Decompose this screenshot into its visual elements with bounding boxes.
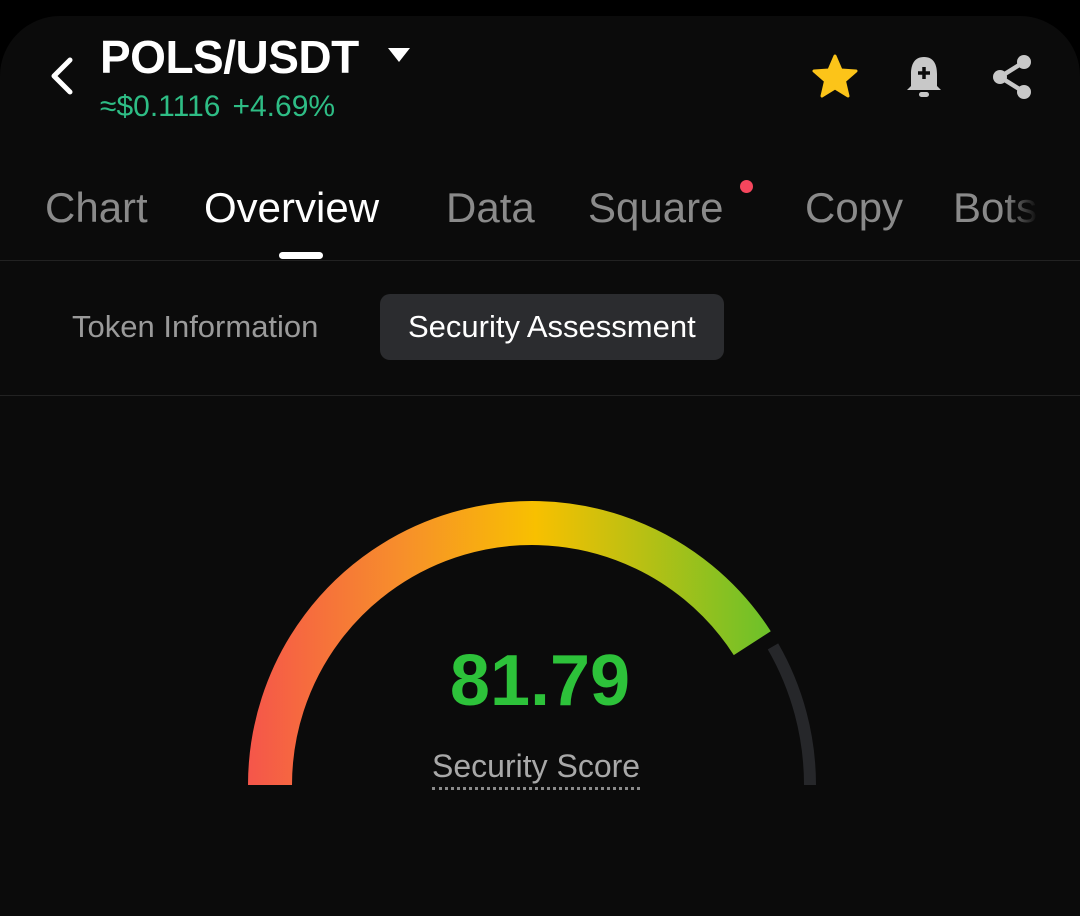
security-score-value: 81.79 bbox=[449, 641, 631, 721]
security-score-label[interactable]: Security Score bbox=[432, 748, 641, 790]
